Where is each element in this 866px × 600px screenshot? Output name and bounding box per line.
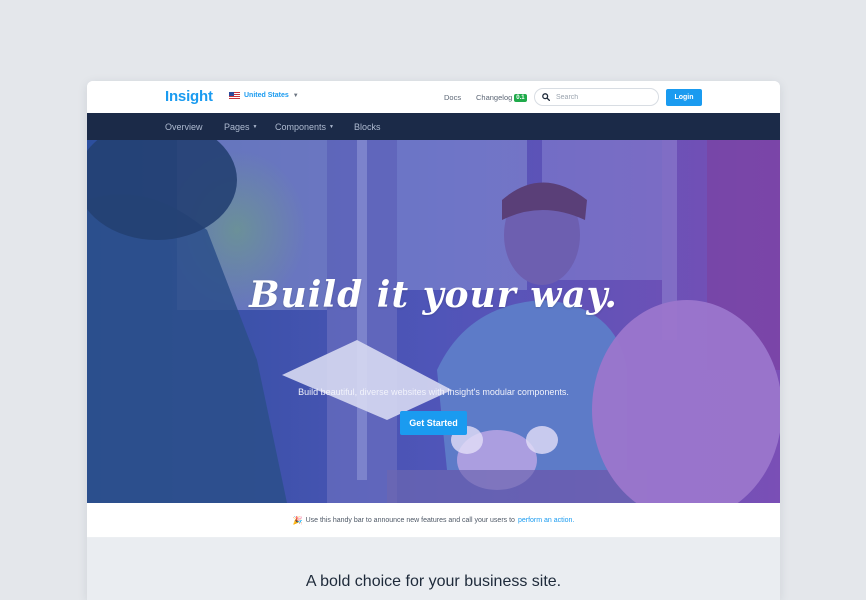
hero-title: Build it your way.: [249, 274, 618, 316]
login-button[interactable]: Login: [666, 89, 702, 106]
changelog-link[interactable]: Changelog 0.1: [476, 93, 527, 102]
nav-item-blocks[interactable]: Blocks: [354, 122, 381, 132]
top-header: Insight United States ▼ Docs Changelog 0.…: [87, 81, 780, 113]
get-started-button[interactable]: Get Started: [400, 411, 467, 435]
announcement-link[interactable]: perform an action.: [518, 517, 574, 524]
us-flag-icon: [229, 92, 240, 99]
changelog-label: Changelog: [476, 93, 513, 102]
logo[interactable]: Insight: [165, 88, 213, 105]
search-icon: [542, 93, 550, 101]
nav-item-pages[interactable]: Pages ▼: [224, 122, 257, 132]
locale-selector[interactable]: United States ▼: [229, 92, 299, 99]
hero-subtitle: Build beautiful, diverse websites with I…: [298, 387, 569, 397]
caret-down-icon: ▼: [252, 124, 258, 130]
version-badge: 0.1: [514, 94, 527, 102]
section-title: A bold choice for your business site.: [305, 573, 562, 590]
nav-item-label: Components: [275, 122, 327, 132]
chevron-down-icon: ▼: [292, 92, 299, 99]
features-section: A bold choice for your business site.: [87, 538, 780, 600]
nav-item-label: Overview: [165, 122, 203, 132]
hero-background-image: [87, 140, 780, 503]
nav-item-overview[interactable]: Overview: [165, 122, 203, 132]
announcement-bar: 🎉 Use this handy bar to announce new fea…: [87, 503, 780, 538]
nav-item-components[interactable]: Components ▼: [275, 122, 334, 132]
main-nav: Overview Pages ▼ Components ▼ Blocks: [87, 113, 780, 140]
search-input[interactable]: [556, 93, 651, 101]
caret-down-icon: ▼: [329, 124, 334, 130]
locale-label: United States: [244, 92, 289, 99]
docs-link[interactable]: Docs: [444, 93, 461, 102]
browser-window: Insight United States ▼ Docs Changelog 0.…: [87, 81, 780, 600]
search-box[interactable]: [534, 88, 659, 106]
party-popper-icon: 🎉: [292, 515, 303, 525]
nav-item-label: Blocks: [354, 122, 381, 132]
hero-section: Build it your way. Build beautiful, dive…: [87, 140, 780, 503]
announcement-text: Use this handy bar to announce new featu…: [305, 516, 515, 524]
nav-item-label: Pages: [224, 122, 250, 132]
